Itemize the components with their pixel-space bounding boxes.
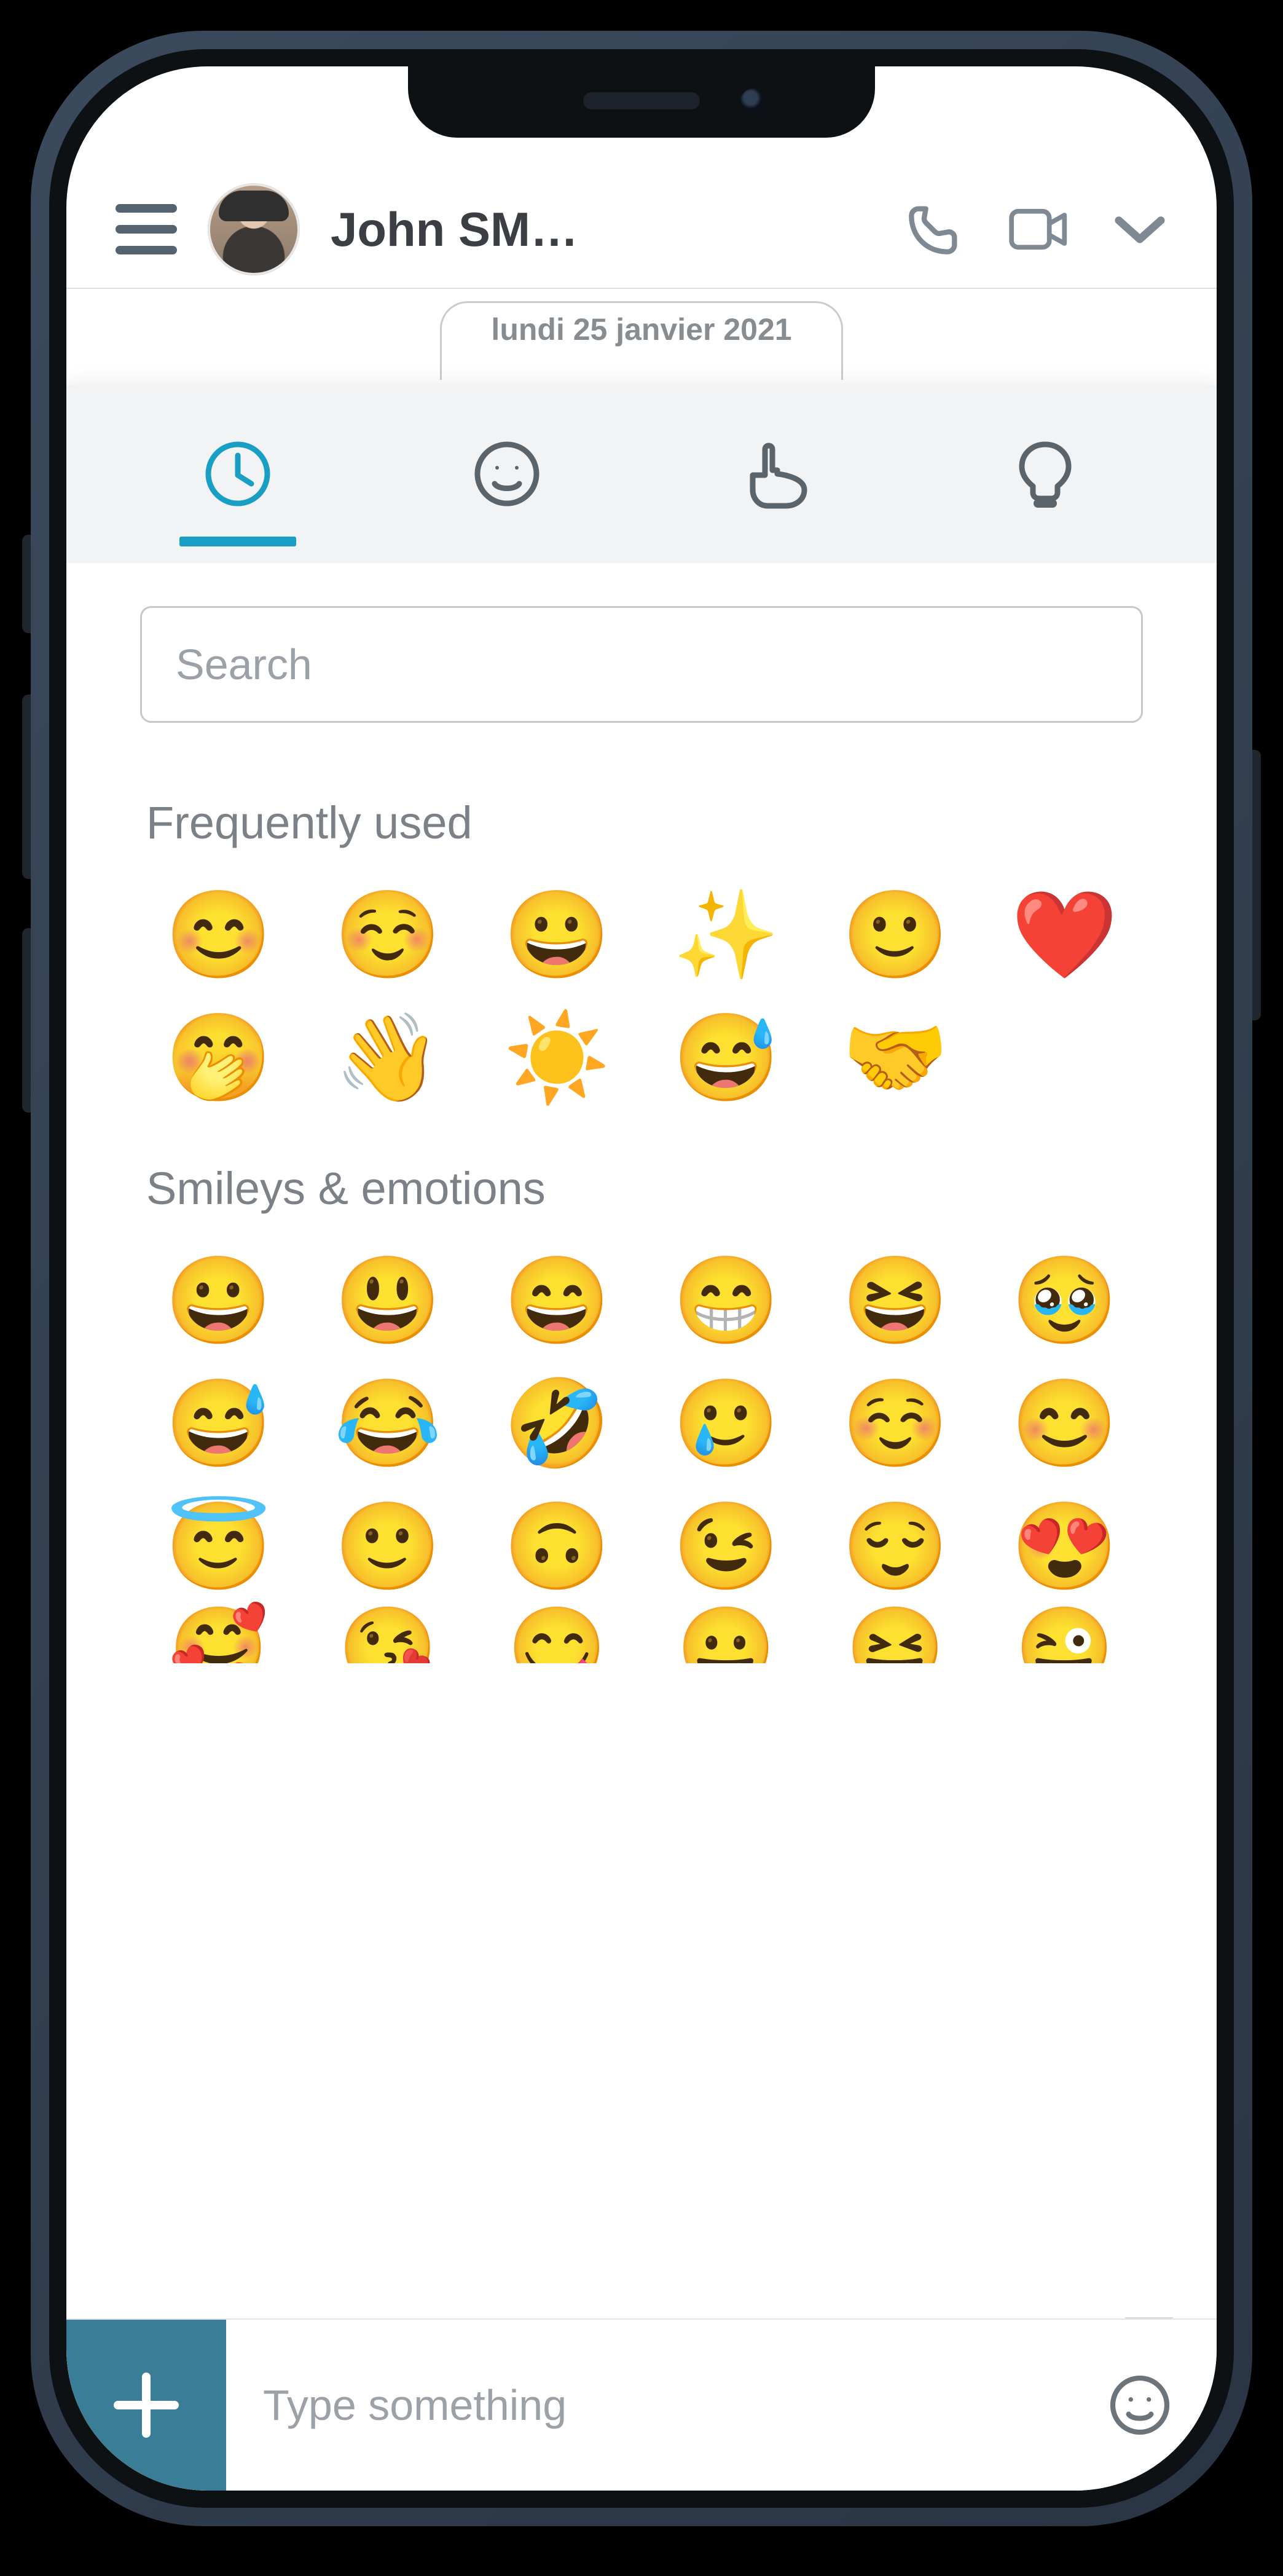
side-button — [22, 928, 31, 1113]
emoji[interactable]: ☺️ — [315, 892, 460, 978]
tab-gestures[interactable] — [730, 437, 822, 511]
emoji[interactable]: 😝 — [823, 1608, 967, 1663]
emoji[interactable]: 😌 — [823, 1503, 967, 1589]
section-title-frequent: Frequently used — [66, 747, 1217, 873]
tab-smileys[interactable] — [461, 437, 553, 511]
menu-button[interactable] — [116, 204, 177, 254]
grid-smileys-overflow: 🥰 😘 😋 😛 😝 😜 — [66, 1602, 1217, 1663]
emoji[interactable]: 😆 — [823, 1258, 967, 1344]
emoji[interactable]: 😀 — [146, 1258, 291, 1344]
tab-recent[interactable] — [192, 437, 284, 511]
search-input[interactable] — [140, 606, 1143, 723]
emoji[interactable]: 😍 — [992, 1503, 1137, 1589]
emoji[interactable]: 😄 — [485, 1258, 629, 1344]
emoji[interactable]: 🤝 — [823, 1015, 967, 1101]
emoji[interactable]: 🙂 — [823, 892, 967, 978]
section-title-smileys: Smileys & emotions — [66, 1113, 1217, 1239]
emoji[interactable]: 😋 — [485, 1608, 629, 1663]
emoji[interactable]: 😊 — [992, 1381, 1137, 1467]
emoji[interactable]: 🥰 — [146, 1608, 291, 1663]
emoji[interactable]: 🥹 — [992, 1258, 1137, 1344]
emoji[interactable]: 😉 — [654, 1503, 798, 1589]
header-actions — [903, 199, 1167, 260]
emoji[interactable]: 😂 — [315, 1381, 460, 1467]
chevron-down-icon[interactable] — [1112, 211, 1167, 248]
emoji[interactable]: 🥲 — [654, 1381, 798, 1467]
date-strip: lundi 25 janvier 2021 — [66, 288, 1217, 380]
message-input-wrap — [226, 2320, 1106, 2491]
emoji[interactable]: 😃 — [315, 1258, 460, 1344]
emoji-picker: Frequently used 😊 ☺️ 😀 ✨ 🙂 ❤️ 🤭 👋 ☀️ 😅 🤝 — [66, 385, 1217, 2318]
emoji[interactable]: 😅 — [654, 1015, 798, 1101]
grid-smileys: 😀 😃 😄 😁 😆 🥹 😅 😂 🤣 🥲 ☺️ 😊 😇 🙂 — [66, 1239, 1217, 1602]
emoji[interactable]: 👋 — [315, 1015, 460, 1101]
emoji[interactable]: ☀️ — [485, 1015, 629, 1101]
contact-name: John SM… — [331, 202, 578, 258]
emoji[interactable]: 😘 — [315, 1608, 460, 1663]
call-icon[interactable] — [903, 199, 965, 260]
add-button[interactable] — [66, 2320, 226, 2491]
emoji[interactable]: 😜 — [992, 1608, 1137, 1663]
chat-app: John SM… lundi 25 — [66, 66, 1217, 2491]
emoji[interactable]: ❤️ — [992, 892, 1137, 978]
emoji[interactable]: 😛 — [654, 1608, 798, 1663]
emoji[interactable]: 🙃 — [485, 1503, 629, 1589]
video-icon[interactable] — [1008, 199, 1069, 260]
emoji[interactable]: 🤣 — [485, 1381, 629, 1467]
emoji[interactable]: ☺️ — [823, 1381, 967, 1467]
side-button — [1252, 750, 1261, 1020]
emoji[interactable]: 😇 — [146, 1503, 291, 1589]
avatar[interactable] — [208, 183, 300, 275]
notch — [408, 66, 875, 138]
tab-objects[interactable] — [999, 437, 1091, 511]
grid-frequent: 😊 ☺️ 😀 ✨ 🙂 ❤️ 🤭 👋 ☀️ 😅 🤝 — [66, 873, 1217, 1113]
phone-frame: John SM… lundi 25 — [31, 31, 1252, 2526]
emoji[interactable]: 😊 — [146, 892, 291, 978]
side-button — [22, 535, 31, 633]
emoji[interactable]: 🙂 — [315, 1503, 460, 1589]
screen: John SM… lundi 25 — [66, 66, 1217, 2491]
emoji-toggle-button[interactable] — [1106, 2320, 1217, 2491]
emoji[interactable]: 😅 — [146, 1381, 291, 1467]
date-label: lundi 25 janvier 2021 — [440, 301, 842, 380]
search-wrap — [66, 563, 1217, 747]
emoji[interactable]: ✨ — [654, 892, 798, 978]
composer — [66, 2318, 1217, 2491]
message-input[interactable] — [263, 2381, 1069, 2430]
emoji[interactable]: 😀 — [485, 892, 629, 978]
emoji[interactable]: 😁 — [654, 1258, 798, 1344]
side-button — [22, 695, 31, 879]
phone-bezel: John SM… lundi 25 — [49, 49, 1234, 2508]
emoji[interactable]: 🤭 — [146, 1015, 291, 1101]
picker-tabs — [66, 385, 1217, 563]
